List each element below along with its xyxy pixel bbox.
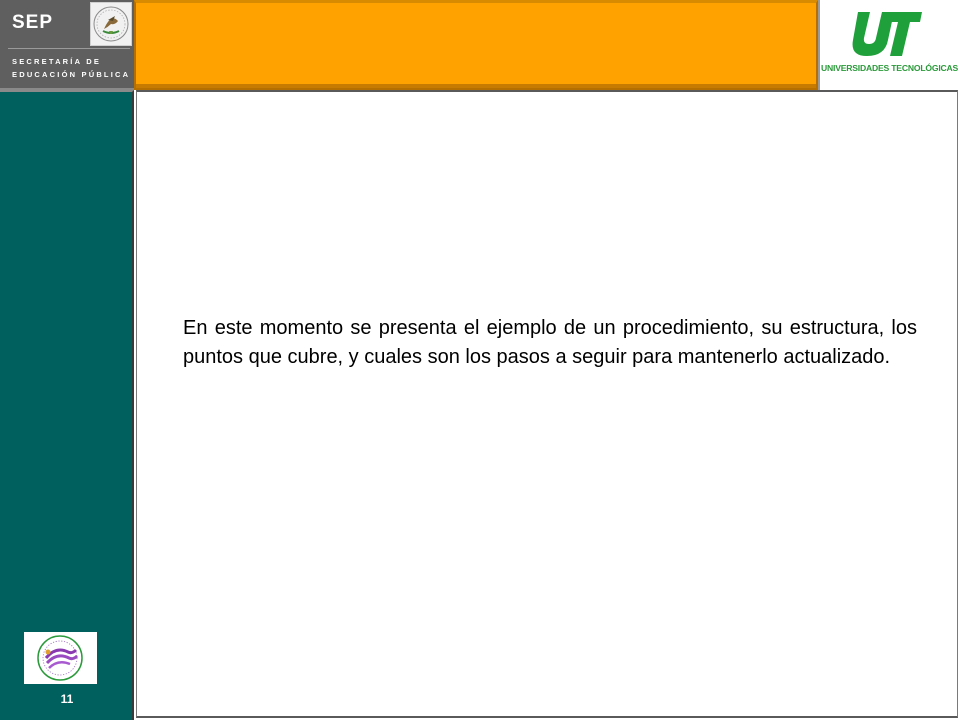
header-orange-band (134, 0, 818, 90)
slide-content-area: En este momento se presenta el ejemplo d… (136, 90, 958, 718)
sep-divider (8, 48, 130, 49)
sep-subtitle-line1: SECRETARÍA DE (12, 57, 102, 66)
ut-caption: UNIVERSIDADES TECNOLÓGICAS (821, 63, 959, 73)
sep-title: SEP (12, 12, 54, 33)
sep-logo-block: SEP SECRETARÍA DE EDUCACIÓN PÚBLICA (0, 0, 134, 90)
sep-subtitle-line2: EDUCACIÓN PÚBLICA (12, 70, 131, 79)
page-number: 11 (60, 692, 74, 706)
mexican-eagle-emblem-icon (90, 2, 132, 46)
ut-logo-icon (850, 10, 922, 63)
certification-seal-icon (24, 632, 97, 684)
left-sidebar: 11 (0, 90, 134, 720)
slide-body-text: En este momento se presenta el ejemplo d… (183, 317, 917, 368)
ut-logo-block: UNIVERSIDADES TECNOLÓGICAS (818, 0, 960, 90)
